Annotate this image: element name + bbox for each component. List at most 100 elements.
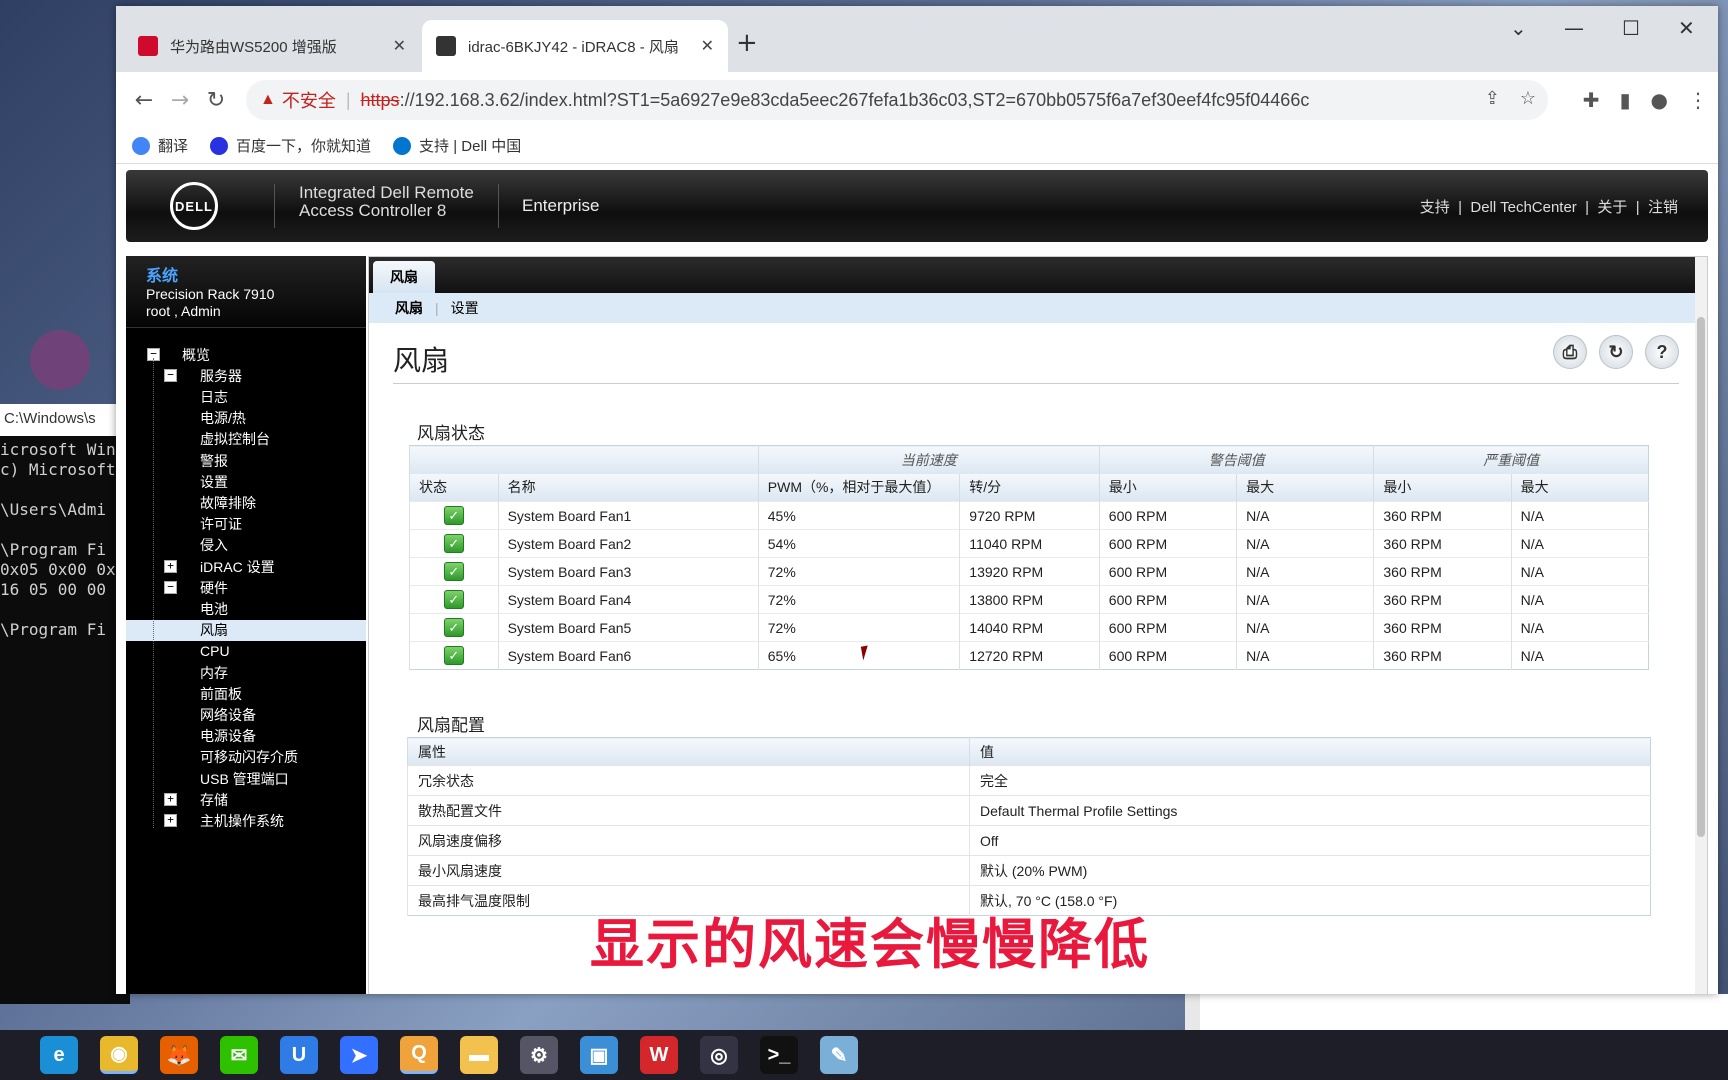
taskbar-app-u-icon[interactable]: U <box>280 1036 318 1074</box>
refresh-icon[interactable]: ↻ <box>1599 335 1633 369</box>
bookmark-translate[interactable]: 翻译 <box>132 135 188 156</box>
tab-idrac-fans[interactable]: idrac-6BKJY42 - iDRAC8 - 风扇 ✕ <box>422 20 728 72</box>
close-window-button[interactable]: ✕ <box>1678 16 1695 40</box>
warning-icon[interactable]: ▲ <box>260 91 276 109</box>
taskbar-settings-icon[interactable]: ⚙ <box>520 1036 558 1074</box>
tree-item[interactable]: 许可证 <box>200 514 242 535</box>
tree-item[interactable]: 日志 <box>200 386 228 407</box>
baidu-icon <box>210 136 229 155</box>
cell-rpm: 9720 RPM <box>959 501 1100 530</box>
tree-item[interactable]: 电池 <box>200 598 228 619</box>
tree-item[interactable]: 可移动闪存介质 <box>200 747 298 768</box>
tab-search-chevron-icon[interactable]: ⌄ <box>1510 16 1527 40</box>
taskbar-edge-icon[interactable]: e <box>40 1036 78 1074</box>
taskbar-wechat-icon[interactable]: ✉ <box>220 1036 258 1074</box>
expand-icon[interactable]: + <box>164 560 177 573</box>
support-link[interactable]: 支持 <box>1420 199 1450 216</box>
minimize-button[interactable]: — <box>1564 16 1584 40</box>
cmd-title: C:\Windows\s <box>0 404 130 436</box>
tree-item-label: 主机操作系统 <box>200 812 284 829</box>
cell-warn-min: 600 RPM <box>1098 641 1237 670</box>
forward-button[interactable]: → <box>162 88 198 113</box>
tree-item[interactable]: 存储 <box>200 789 228 810</box>
bookmark-baidu[interactable]: 百度一下，你就知道 <box>210 135 371 156</box>
tree-item[interactable]: iDRAC 设置 <box>200 556 275 577</box>
taskbar-wps-icon[interactable]: W <box>640 1036 678 1074</box>
tree-item[interactable]: 硬件 <box>200 577 228 598</box>
tree-item[interactable]: 电源/热 <box>200 408 246 429</box>
not-secure-label[interactable]: 不安全 <box>282 87 336 113</box>
tree-item-label: 内存 <box>200 664 228 681</box>
tree-item-label: 网络设备 <box>200 706 256 723</box>
close-icon[interactable]: ✕ <box>393 36 406 56</box>
tree-item[interactable]: 前面板 <box>200 683 242 704</box>
profile-icon[interactable]: ● <box>1651 88 1668 112</box>
menu-icon[interactable]: ⋮ <box>1688 88 1708 112</box>
taskbar-feishu-icon[interactable]: ➤ <box>340 1036 378 1074</box>
tree-item[interactable]: 服务器 <box>200 365 242 386</box>
group-blank <box>409 445 759 474</box>
tree-item[interactable]: 虚拟控制台 <box>200 429 270 450</box>
share-icon[interactable]: ⇪ <box>1485 88 1500 108</box>
cell-pwm: 54% <box>757 529 960 558</box>
cell-warn-max: N/A <box>1236 585 1374 614</box>
taskbar-firefox-icon[interactable]: 🦊 <box>160 1036 198 1074</box>
tree-item[interactable]: 设置 <box>200 471 228 492</box>
bookmark-dell-support[interactable]: 支持 | Dell 中国 <box>393 135 521 156</box>
about-link[interactable]: 关于 <box>1597 199 1627 216</box>
taskbar-terminal-icon[interactable]: >_ <box>760 1036 798 1074</box>
cell-crit-min: 360 RPM <box>1373 557 1512 586</box>
background-cmd-window[interactable]: C:\Windows\s icrosoft Win c) Microsoft \Us… <box>0 404 130 1004</box>
taskbar-search-tool-icon[interactable]: Q <box>400 1036 438 1074</box>
tree-item[interactable]: 故障排除 <box>200 492 256 513</box>
cell-pwm: 72% <box>757 557 960 586</box>
close-icon[interactable]: ✕ <box>701 36 714 56</box>
taskbar-screen-rec-icon[interactable]: ◎ <box>700 1036 738 1074</box>
tab-huawei-router[interactable]: 华为路由WS5200 增强版 ✕ <box>124 20 420 72</box>
tree-item-label: CPU <box>200 643 230 660</box>
taskbar-chrome-icon[interactable]: ◉ <box>100 1036 138 1074</box>
page-actions: ⎙ ↻ ? <box>1553 335 1679 369</box>
address-bar[interactable]: ▲ 不安全 | https ://192.168.3.62/index.html… <box>246 80 1548 120</box>
taskbar-notepad-icon[interactable]: ✎ <box>820 1036 858 1074</box>
extension-icon[interactable]: ✚ <box>1583 88 1600 112</box>
techcenter-link[interactable]: Dell TechCenter <box>1470 199 1576 216</box>
subtab-settings[interactable]: 设置 <box>451 298 479 318</box>
tree-item[interactable]: 内存 <box>200 662 228 683</box>
bookmarks-bar: 翻译 百度一下，你就知道 支持 | Dell 中国 <box>116 128 1718 164</box>
logout-link[interactable]: 注销 <box>1648 199 1678 216</box>
tree-item[interactable]: 风扇 <box>126 619 366 641</box>
tree-item[interactable]: 电源设备 <box>200 726 256 747</box>
scrollbar-thumb[interactable] <box>1697 317 1705 837</box>
collapse-icon[interactable]: − <box>164 369 177 383</box>
taskbar-explorer-icon[interactable]: ▬ <box>460 1036 498 1074</box>
tree-item[interactable]: 网络设备 <box>200 704 256 725</box>
star-icon[interactable]: ☆ <box>1520 88 1536 108</box>
tree-item-label: 设置 <box>200 473 228 490</box>
tree-item[interactable]: USB 管理端口 <box>200 768 289 789</box>
help-icon[interactable]: ? <box>1645 335 1679 369</box>
cell-crit-min: 360 RPM <box>1373 641 1512 670</box>
page-scrollbar[interactable] <box>1695 257 1707 994</box>
system-link[interactable]: 系统 <box>146 262 346 286</box>
expand-icon[interactable]: + <box>164 814 177 828</box>
table-row: 风扇速度偏移 Off <box>407 825 1651 856</box>
maximize-button[interactable]: ☐ <box>1622 16 1640 40</box>
tree-item[interactable]: 主机操作系统 <box>200 810 284 831</box>
back-button[interactable]: ← <box>126 88 162 113</box>
tree-item[interactable]: 概览 <box>182 344 210 365</box>
subtab-fans[interactable]: 风扇 <box>395 298 423 318</box>
table-row: ✓ System Board Fan4 72% 13800 RPM 600 RPM N/A… <box>409 585 1649 614</box>
tree-item[interactable]: 警报 <box>200 450 228 471</box>
reload-button[interactable]: ↻ <box>198 88 234 113</box>
tree-item[interactable]: 侵入 <box>200 535 228 556</box>
collapse-icon[interactable]: − <box>164 581 177 595</box>
sidebar-icon[interactable]: ▮ <box>1620 88 1631 112</box>
tab-fans[interactable]: 风扇 <box>373 261 435 293</box>
expand-icon[interactable]: + <box>164 793 177 807</box>
taskbar-control-panel-icon[interactable]: ▣ <box>580 1036 618 1074</box>
tree-item[interactable]: CPU <box>200 641 230 662</box>
print-icon[interactable]: ⎙ <box>1553 335 1587 369</box>
new-tab-button[interactable]: + <box>736 28 758 58</box>
system-model: Precision Rack 7910 <box>146 286 275 302</box>
